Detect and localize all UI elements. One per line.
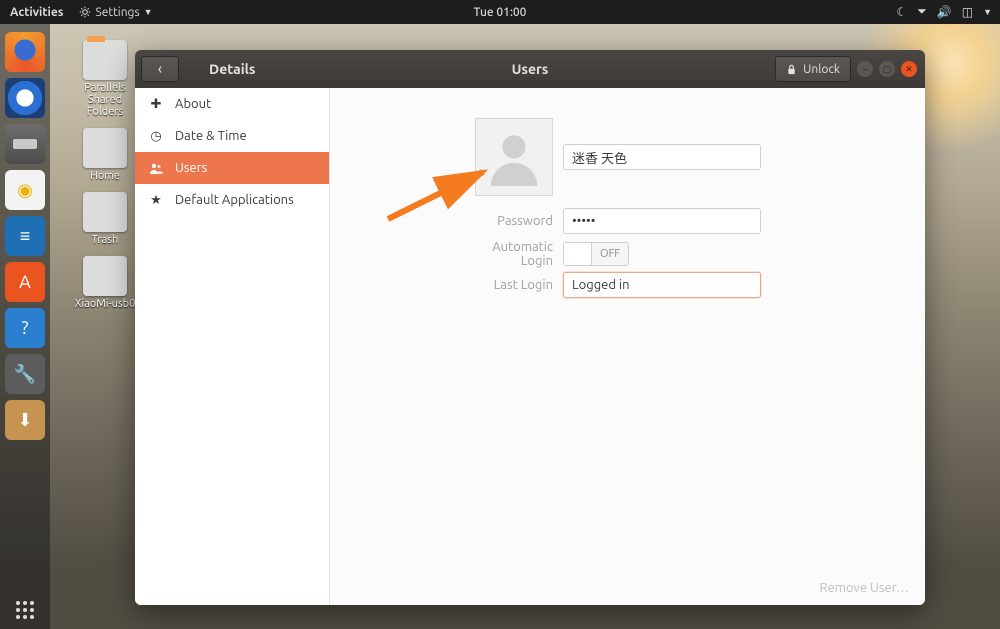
auto-login-toggle[interactable]: OFF — [563, 242, 629, 266]
unlock-button[interactable]: Unlock — [775, 56, 851, 82]
tweaks-launcher[interactable]: 🔧 — [5, 354, 45, 394]
auto-login-label: Automatic Login — [463, 240, 553, 268]
drive-icon — [83, 256, 127, 296]
window-titlebar: ‹ Details Users Unlock – ▢ ✕ — [135, 50, 925, 88]
window-title: Users — [512, 61, 549, 77]
desktop-icons: Parallels Shared Folders Home Trash Xiao… — [75, 40, 135, 311]
users-icon — [149, 162, 163, 174]
system-tray[interactable]: ☾ ⏷ 🔊 ◫ ▼ — [896, 5, 992, 19]
users-panel: 迷香 天色 Password ••••• Automatic Login OFF… — [330, 88, 925, 605]
plus-icon: ✚ — [149, 97, 163, 112]
sidebar-item-label: Date & Time — [175, 129, 247, 143]
back-button[interactable]: ‹ — [141, 56, 179, 82]
show-apps-button[interactable] — [0, 601, 50, 619]
desktop-icon-trash[interactable]: Trash — [70, 192, 140, 246]
writer-launcher[interactable]: ≡ — [5, 216, 45, 256]
desktop-icon-parallels[interactable]: Parallels Shared Folders — [70, 40, 140, 118]
desktop-icon-label: Home — [90, 170, 120, 182]
last-login-field[interactable]: Logged in — [563, 272, 761, 298]
sidebar-item-default-apps[interactable]: ★ Default Applications — [135, 184, 329, 216]
password-label: Password — [463, 214, 553, 228]
sidebar-item-label: Default Applications — [175, 193, 294, 207]
last-login-label: Last Login — [463, 278, 553, 292]
trash-icon — [83, 192, 127, 232]
sidebar-item-about[interactable]: ✚ About — [135, 88, 329, 120]
minimize-button[interactable]: – — [857, 61, 873, 77]
files-launcher[interactable] — [5, 124, 45, 164]
remove-user-button[interactable]: Remove User… — [820, 581, 910, 595]
gnome-topbar: Activities Settings ▼ Tue 01:00 ☾ ⏷ 🔊 ◫ … — [0, 0, 1000, 24]
package-launcher[interactable]: ⬇ — [5, 400, 45, 440]
network-icon: ⏷ — [917, 5, 927, 19]
maximize-button[interactable]: ▢ — [879, 61, 895, 77]
thunderbird-launcher[interactable] — [5, 78, 45, 118]
user-name-field[interactable]: 迷香 天色 — [563, 144, 761, 170]
desktop-icon-home[interactable]: Home — [70, 128, 140, 182]
star-icon: ★ — [149, 193, 163, 208]
battery-icon: ◫ — [962, 5, 973, 19]
toggle-state: OFF — [592, 248, 628, 260]
desktop-icon-label: XiaoMi-usb0 — [75, 298, 136, 310]
password-field[interactable]: ••••• — [563, 208, 761, 234]
clock-icon: ◷ — [149, 129, 163, 144]
sidebar-item-datetime[interactable]: ◷ Date & Time — [135, 120, 329, 152]
firefox-launcher[interactable] — [5, 32, 45, 72]
dock: ◉ ≡ A ? 🔧 ⬇ — [0, 24, 50, 629]
section-title: Details — [209, 61, 255, 77]
desktop-icon-label: Parallels Shared Folders — [70, 82, 140, 118]
desktop-icon-label: Trash — [92, 234, 119, 246]
app-menu-label: Settings — [95, 6, 139, 19]
help-launcher[interactable]: ? — [5, 308, 45, 348]
gear-icon — [79, 6, 91, 18]
activities-button[interactable]: Activities — [0, 6, 73, 19]
chevron-down-icon: ▼ — [144, 7, 153, 17]
sidebar-item-users[interactable]: Users — [135, 152, 329, 184]
lock-icon — [786, 64, 797, 75]
settings-sidebar: ✚ About ◷ Date & Time Users ★ Default Ap… — [135, 88, 330, 605]
user-avatar[interactable] — [475, 118, 553, 196]
close-button[interactable]: ✕ — [901, 61, 917, 77]
chevron-down-icon: ▼ — [983, 7, 992, 17]
sidebar-item-label: Users — [175, 161, 207, 175]
chevron-left-icon: ‹ — [158, 60, 163, 78]
night-icon: ☾ — [896, 5, 907, 19]
unlock-label: Unlock — [803, 63, 840, 76]
rhythmbox-launcher[interactable]: ◉ — [5, 170, 45, 210]
folder-icon — [83, 40, 127, 80]
drive-icon — [83, 128, 127, 168]
person-icon — [485, 128, 543, 186]
desktop-icon-xiaomi[interactable]: XiaoMi-usb0 — [70, 256, 140, 310]
clock[interactable]: Tue 01:00 — [474, 6, 527, 19]
toggle-knob — [564, 243, 592, 265]
software-launcher[interactable]: A — [5, 262, 45, 302]
app-menu[interactable]: Settings ▼ — [73, 6, 158, 19]
settings-window: ‹ Details Users Unlock – ▢ ✕ ✚ About ◷ D… — [135, 50, 925, 605]
volume-icon: 🔊 — [937, 5, 952, 19]
sidebar-item-label: About — [175, 97, 211, 111]
